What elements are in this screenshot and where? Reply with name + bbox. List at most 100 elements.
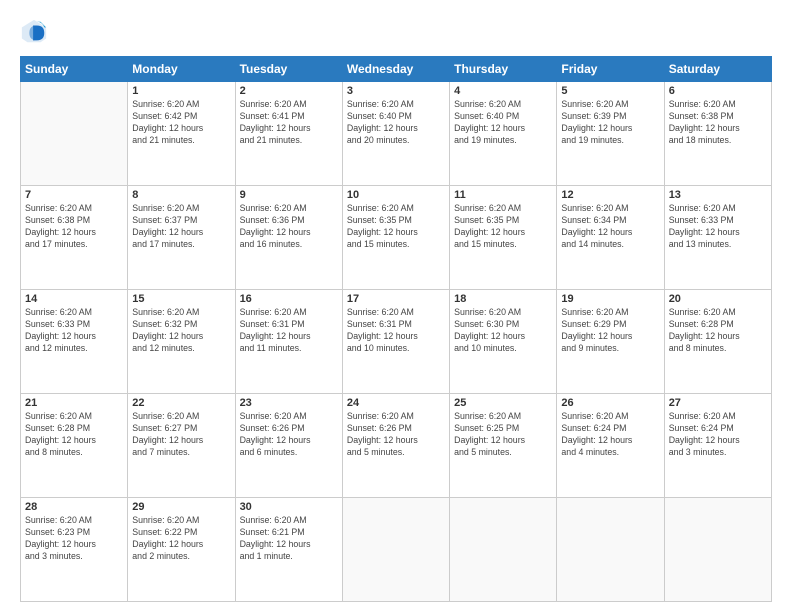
day-number: 7 xyxy=(25,189,123,201)
day-number: 4 xyxy=(454,85,552,97)
calendar-cell: 17Sunrise: 6:20 AM Sunset: 6:31 PM Dayli… xyxy=(342,290,449,394)
calendar-cell: 13Sunrise: 6:20 AM Sunset: 6:33 PM Dayli… xyxy=(664,186,771,290)
day-number: 28 xyxy=(25,501,123,513)
calendar-cell: 23 Sunrise: 6:20 AM Sunset: 6:26 PM Dayli… xyxy=(235,394,342,498)
calendar-cell: 21Sunrise: 6:20 AM Sunset: 6:28 PM Dayli… xyxy=(21,394,128,498)
calendar-cell: 3 Sunrise: 6:20 AM Sunset: 6:40 PM Daylig… xyxy=(342,82,449,186)
calendar-week-row: 28 Sunrise: 6:20 AM Sunset: 6:23 PM Dayli… xyxy=(21,498,772,602)
day-info: Sunrise: 6:20 AM Sunset: 6:35 PM Dayligh… xyxy=(347,203,445,251)
calendar-cell: 16Sunrise: 6:20 AM Sunset: 6:31 PM Dayli… xyxy=(235,290,342,394)
weekday-header: Thursday xyxy=(450,57,557,82)
day-info: Sunrise: 6:20 AM Sunset: 6:34 PM Dayligh… xyxy=(561,203,659,251)
day-info: Sunrise: 6:20 AM Sunset: 6:35 PM Dayligh… xyxy=(454,203,552,251)
day-info: Sunrise: 6:20 AM Sunset: 6:33 PM Dayligh… xyxy=(25,307,123,355)
calendar-cell: 15 Sunrise: 6:20 AM Sunset: 6:32 PM Dayli… xyxy=(128,290,235,394)
day-info: Sunrise: 6:20 AM Sunset: 6:36 PM Dayligh… xyxy=(240,203,338,251)
day-number: 26 xyxy=(561,397,659,409)
calendar-cell: 25 Sunrise: 6:20 AM Sunset: 6:25 PM Dayli… xyxy=(450,394,557,498)
day-info: Sunrise: 6:20 AM Sunset: 6:41 PM Dayligh… xyxy=(240,99,338,147)
calendar-cell: 12 Sunrise: 6:20 AM Sunset: 6:34 PM Dayli… xyxy=(557,186,664,290)
weekday-header: Friday xyxy=(557,57,664,82)
logo xyxy=(20,18,54,46)
calendar-cell: 29 Sunrise: 6:20 AM Sunset: 6:22 PM Dayli… xyxy=(128,498,235,602)
day-number: 3 xyxy=(347,85,445,97)
calendar-cell: 10 Sunrise: 6:20 AM Sunset: 6:35 PM Dayli… xyxy=(342,186,449,290)
calendar-cell: 20 Sunrise: 6:20 AM Sunset: 6:28 PM Dayli… xyxy=(664,290,771,394)
calendar-cell: 11 Sunrise: 6:20 AM Sunset: 6:35 PM Dayli… xyxy=(450,186,557,290)
calendar-week-row: 1Sunrise: 6:20 AM Sunset: 6:42 PM Daylig… xyxy=(21,82,772,186)
day-info: Sunrise: 6:20 AM Sunset: 6:28 PM Dayligh… xyxy=(669,307,767,355)
calendar-week-row: 14 Sunrise: 6:20 AM Sunset: 6:33 PM Dayli… xyxy=(21,290,772,394)
calendar-cell: 4Sunrise: 6:20 AM Sunset: 6:40 PM Daylig… xyxy=(450,82,557,186)
day-info: Sunrise: 6:20 AM Sunset: 6:32 PM Dayligh… xyxy=(132,307,230,355)
weekday-header: Saturday xyxy=(664,57,771,82)
day-info: Sunrise: 6:20 AM Sunset: 6:31 PM Dayligh… xyxy=(347,307,445,355)
calendar-cell: 14 Sunrise: 6:20 AM Sunset: 6:33 PM Dayli… xyxy=(21,290,128,394)
day-number: 20 xyxy=(669,293,767,305)
day-info: Sunrise: 6:20 AM Sunset: 6:23 PM Dayligh… xyxy=(25,515,123,563)
day-info: Sunrise: 6:20 AM Sunset: 6:39 PM Dayligh… xyxy=(561,99,659,147)
day-info: Sunrise: 6:20 AM Sunset: 6:24 PM Dayligh… xyxy=(561,411,659,459)
calendar-cell: 22 Sunrise: 6:20 AM Sunset: 6:27 PM Dayli… xyxy=(128,394,235,498)
day-number: 11 xyxy=(454,189,552,201)
calendar-cell: 19 Sunrise: 6:20 AM Sunset: 6:29 PM Dayli… xyxy=(557,290,664,394)
calendar-week-row: 7 Sunrise: 6:20 AM Sunset: 6:38 PM Daylig… xyxy=(21,186,772,290)
day-info: Sunrise: 6:20 AM Sunset: 6:30 PM Dayligh… xyxy=(454,307,552,355)
calendar-cell: 18 Sunrise: 6:20 AM Sunset: 6:30 PM Dayli… xyxy=(450,290,557,394)
day-info: Sunrise: 6:20 AM Sunset: 6:38 PM Dayligh… xyxy=(669,99,767,147)
day-info: Sunrise: 6:20 AM Sunset: 6:42 PM Dayligh… xyxy=(132,99,230,147)
day-number: 23 xyxy=(240,397,338,409)
day-number: 21 xyxy=(25,397,123,409)
day-number: 29 xyxy=(132,501,230,513)
day-number: 8 xyxy=(132,189,230,201)
calendar-cell: 27 Sunrise: 6:20 AM Sunset: 6:24 PM Dayli… xyxy=(664,394,771,498)
day-info: Sunrise: 6:20 AM Sunset: 6:24 PM Dayligh… xyxy=(669,411,767,459)
day-number: 9 xyxy=(240,189,338,201)
header xyxy=(20,18,772,46)
day-number: 14 xyxy=(25,293,123,305)
weekday-header: Tuesday xyxy=(235,57,342,82)
day-info: Sunrise: 6:20 AM Sunset: 6:29 PM Dayligh… xyxy=(561,307,659,355)
day-info: Sunrise: 6:20 AM Sunset: 6:26 PM Dayligh… xyxy=(240,411,338,459)
day-number: 15 xyxy=(132,293,230,305)
calendar-cell: 24Sunrise: 6:20 AM Sunset: 6:26 PM Dayli… xyxy=(342,394,449,498)
day-info: Sunrise: 6:20 AM Sunset: 6:27 PM Dayligh… xyxy=(132,411,230,459)
day-info: Sunrise: 6:20 AM Sunset: 6:33 PM Dayligh… xyxy=(669,203,767,251)
day-info: Sunrise: 6:20 AM Sunset: 6:38 PM Dayligh… xyxy=(25,203,123,251)
calendar-cell: 28 Sunrise: 6:20 AM Sunset: 6:23 PM Dayli… xyxy=(21,498,128,602)
day-number: 2 xyxy=(240,85,338,97)
calendar-header-row: SundayMondayTuesdayWednesdayThursdayFrid… xyxy=(21,57,772,82)
day-info: Sunrise: 6:20 AM Sunset: 6:22 PM Dayligh… xyxy=(132,515,230,563)
weekday-header: Sunday xyxy=(21,57,128,82)
day-number: 5 xyxy=(561,85,659,97)
day-number: 12 xyxy=(561,189,659,201)
day-number: 6 xyxy=(669,85,767,97)
calendar-cell: 9 Sunrise: 6:20 AM Sunset: 6:36 PM Daylig… xyxy=(235,186,342,290)
day-number: 25 xyxy=(454,397,552,409)
calendar-cell: 7 Sunrise: 6:20 AM Sunset: 6:38 PM Daylig… xyxy=(21,186,128,290)
calendar-cell xyxy=(342,498,449,602)
day-number: 30 xyxy=(240,501,338,513)
calendar-cell: 2 Sunrise: 6:20 AM Sunset: 6:41 PM Daylig… xyxy=(235,82,342,186)
calendar-table: SundayMondayTuesdayWednesdayThursdayFrid… xyxy=(20,56,772,602)
day-number: 22 xyxy=(132,397,230,409)
day-info: Sunrise: 6:20 AM Sunset: 6:37 PM Dayligh… xyxy=(132,203,230,251)
day-number: 27 xyxy=(669,397,767,409)
calendar-cell xyxy=(21,82,128,186)
weekday-header: Monday xyxy=(128,57,235,82)
day-info: Sunrise: 6:20 AM Sunset: 6:40 PM Dayligh… xyxy=(347,99,445,147)
calendar-cell: 6 Sunrise: 6:20 AM Sunset: 6:38 PM Daylig… xyxy=(664,82,771,186)
calendar-cell: 26 Sunrise: 6:20 AM Sunset: 6:24 PM Dayli… xyxy=(557,394,664,498)
day-number: 10 xyxy=(347,189,445,201)
day-number: 18 xyxy=(454,293,552,305)
day-number: 19 xyxy=(561,293,659,305)
day-info: Sunrise: 6:20 AM Sunset: 6:21 PM Dayligh… xyxy=(240,515,338,563)
calendar-week-row: 21Sunrise: 6:20 AM Sunset: 6:28 PM Dayli… xyxy=(21,394,772,498)
calendar-cell: 8 Sunrise: 6:20 AM Sunset: 6:37 PM Daylig… xyxy=(128,186,235,290)
day-info: Sunrise: 6:20 AM Sunset: 6:25 PM Dayligh… xyxy=(454,411,552,459)
calendar-cell xyxy=(557,498,664,602)
day-info: Sunrise: 6:20 AM Sunset: 6:26 PM Dayligh… xyxy=(347,411,445,459)
calendar-cell xyxy=(664,498,771,602)
page: SundayMondayTuesdayWednesdayThursdayFrid… xyxy=(0,0,792,612)
day-info: Sunrise: 6:20 AM Sunset: 6:31 PM Dayligh… xyxy=(240,307,338,355)
